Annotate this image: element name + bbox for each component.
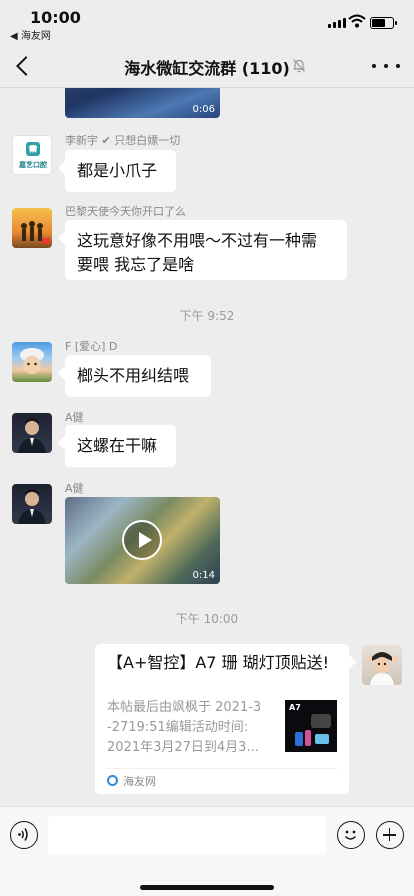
man-portrait-icon bbox=[18, 418, 46, 453]
people-silhouette-icon bbox=[21, 221, 50, 244]
chat-header: 海水微缸交流群 (110) bbox=[0, 44, 414, 88]
link-description-line: -2719:51编辑活动时间: bbox=[107, 720, 249, 735]
video-duration: 0:14 bbox=[192, 570, 215, 581]
voice-icon[interactable] bbox=[10, 821, 38, 849]
child-face-icon bbox=[20, 348, 44, 374]
sender-name: F [爱心] D bbox=[65, 340, 118, 353]
ellipsis-dot bbox=[396, 64, 400, 68]
cellular-signal-icon bbox=[328, 18, 346, 28]
message-text-line: 这玩意好像不用喂～不过有一种需 bbox=[77, 231, 318, 250]
link-description-line: 2021年3月27日到4月3... bbox=[107, 740, 259, 755]
ellipsis-dot bbox=[372, 64, 376, 68]
message-bubble[interactable]: 都是小爪子 bbox=[65, 150, 176, 192]
avatar[interactable] bbox=[12, 413, 52, 453]
shared-link-card[interactable]: 【A+智控】A7 珊 瑚灯顶贴送! 本帖最后由飒枫于 2021-3 -2719:… bbox=[95, 644, 349, 794]
sender-name: A健 bbox=[65, 482, 84, 495]
message-list[interactable]: 0:06 嘉艺口腔 李新宇 ✔ 只想白嫖一切 都是小爪子 巴黎天使今天你开口了么… bbox=[0, 88, 414, 806]
play-icon[interactable] bbox=[122, 520, 162, 560]
ellipsis-dot bbox=[384, 64, 388, 68]
voice-waves-icon bbox=[18, 828, 28, 841]
link-thumbnail: A7 bbox=[285, 700, 337, 752]
message-bubble[interactable]: 榔头不用纠结喂 bbox=[65, 355, 211, 397]
video-message[interactable]: 0:06 bbox=[65, 88, 220, 118]
card-divider bbox=[107, 768, 337, 769]
video-message[interactable]: 0:14 bbox=[65, 497, 220, 584]
input-bar bbox=[0, 806, 414, 896]
group-title: 海水微缸交流群 (110) bbox=[124, 59, 290, 78]
battery-fill bbox=[372, 19, 386, 27]
avatar[interactable] bbox=[12, 208, 52, 248]
avatar[interactable]: 嘉艺口腔 bbox=[12, 135, 52, 175]
avatar[interactable] bbox=[12, 342, 52, 382]
emoji-icon[interactable] bbox=[337, 821, 365, 849]
avatar-label: 嘉艺口腔 bbox=[19, 161, 47, 169]
coral-light-product-icon bbox=[295, 714, 331, 746]
message-bubble[interactable]: 这螺在干嘛 bbox=[65, 425, 176, 467]
avatar[interactable] bbox=[12, 484, 52, 524]
status-bar: 10:00 ◀ 海友网 bbox=[0, 0, 414, 44]
sender-name: A健 bbox=[65, 411, 84, 424]
smiley-face-icon bbox=[344, 830, 357, 840]
more-options-button[interactable] bbox=[372, 54, 400, 78]
time-divider: 下午 10:00 bbox=[175, 612, 239, 626]
link-source: 海友网 bbox=[123, 775, 156, 788]
message-text-line: 要喂 我忘了是啥 bbox=[77, 255, 195, 274]
link-description: 本帖最后由飒枫于 2021-3 -2719:51编辑活动时间: 2021年3月2… bbox=[107, 698, 275, 758]
message-bubble[interactable]: 这玩意好像不用喂～不过有一种需 要喂 我忘了是啥 bbox=[65, 220, 347, 280]
bell-off-icon bbox=[293, 59, 305, 73]
time-divider: 下午 9:52 bbox=[179, 309, 235, 323]
home-indicator bbox=[140, 885, 274, 890]
sender-name: 巴黎天使今天你开口了么 bbox=[65, 205, 186, 218]
my-avatar[interactable] bbox=[362, 645, 402, 685]
plus-circle-icon[interactable] bbox=[376, 821, 404, 849]
wifi-icon bbox=[348, 14, 366, 28]
message-input[interactable] bbox=[48, 816, 326, 854]
link-description-line: 本帖最后由飒枫于 2021-3 bbox=[107, 700, 262, 715]
status-time: 10:00 bbox=[30, 8, 81, 27]
source-logo-icon bbox=[107, 775, 118, 786]
sender-name: 李新宇 ✔ 只想白嫖一切 bbox=[65, 134, 181, 147]
man-portrait-icon bbox=[18, 489, 46, 524]
child-face-icon bbox=[366, 652, 398, 685]
back-to-app-link[interactable]: ◀ 海友网 bbox=[10, 27, 51, 42]
battery-icon bbox=[370, 17, 397, 29]
video-duration: 0:06 bbox=[192, 104, 215, 115]
link-title: 【A+智控】A7 珊 瑚灯顶贴送! bbox=[107, 653, 330, 672]
